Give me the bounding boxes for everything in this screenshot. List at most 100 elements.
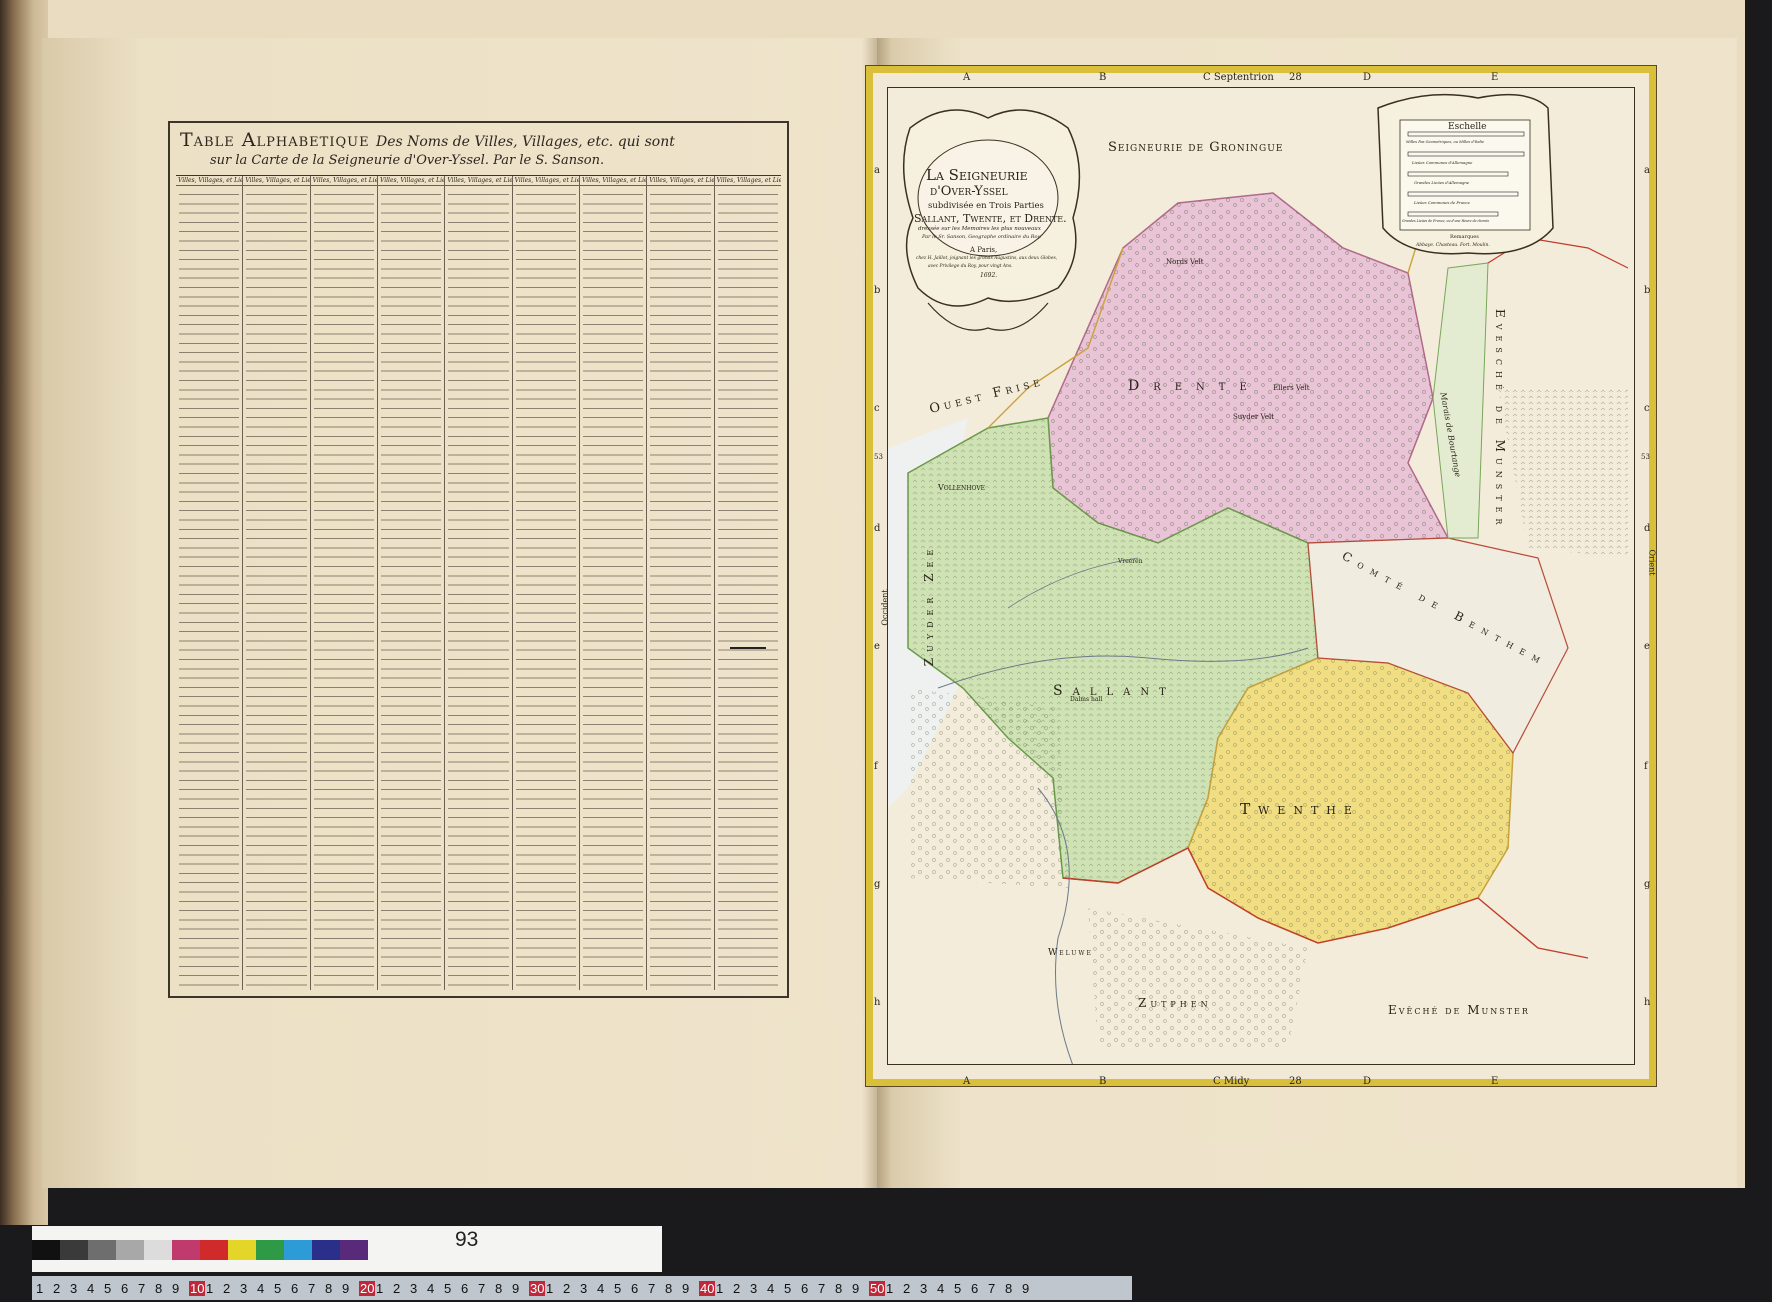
table-entry-lines — [717, 188, 778, 988]
scale-remarks: Abbaye. Chasteau. Fort. Moulin. — [1416, 243, 1490, 248]
edge-top-28: 28 — [1289, 72, 1302, 83]
color-swatch — [172, 1240, 200, 1260]
table-entry-lines — [582, 188, 644, 988]
label-groningue: Seigneurie de Groningue — [1108, 140, 1284, 155]
table-columns: Villes, Villages, et LieuxVilles, Villag… — [176, 175, 781, 990]
color-swatch — [200, 1240, 228, 1260]
color-swatch — [228, 1240, 256, 1260]
table-column-header: Villes, Villages, et Lieux — [512, 176, 579, 186]
edge-right-g: g — [1644, 879, 1651, 890]
cartouche-line3: subdivisée en Trois Parties — [928, 201, 1044, 211]
table-column: Villes, Villages, et Lieux — [243, 176, 311, 990]
ruler-tick-label: 4 — [597, 1281, 605, 1296]
label-weluwe: Weluwe — [1048, 948, 1093, 958]
ruler-tick-label: 1 — [886, 1281, 894, 1296]
ruler-tick-label: 1 — [206, 1281, 214, 1296]
label-munster-south: Evêché de Munster — [1388, 1003, 1530, 1017]
ruler-tick-label: 20 — [359, 1281, 376, 1296]
ruler-tick-label: 6 — [631, 1281, 639, 1296]
edge-right-c: c — [1644, 403, 1650, 414]
table-column: Villes, Villages, et Lieux — [512, 176, 580, 990]
edge-left-e: e — [874, 641, 880, 652]
label-zutphen: Zutphen — [1138, 996, 1212, 1010]
map-area: La Seigneurie d'Over-Yssel subdivisée en… — [887, 87, 1635, 1065]
table-column: Villes, Villages, et Lieux — [714, 176, 781, 990]
ruler-tick-label: 5 — [104, 1281, 112, 1296]
ruler-tick-label: 3 — [750, 1281, 758, 1296]
ruler-tick-label: 7 — [988, 1281, 996, 1296]
scale-line3: Grandes Lieües d'Allemagne — [1414, 180, 1470, 185]
color-calibration-chart: 93 — [32, 1226, 662, 1272]
table-column: Villes, Villages, et Lieux — [176, 176, 244, 990]
color-swatch — [88, 1240, 116, 1260]
color-swatch — [284, 1240, 312, 1260]
ruler-tick-label: 2 — [733, 1281, 741, 1296]
edge-bottom-c: C Midy — [1213, 1076, 1250, 1087]
map-frame: La Seigneurie d'Over-Yssel subdivisée en… — [865, 65, 1657, 1087]
edge-right-b: b — [1644, 285, 1651, 296]
edge-right-a: a — [1644, 165, 1650, 176]
edge-top-e: E — [1491, 72, 1499, 83]
cartouche-line8: chez H. Jaillot, joignant les grands Aug… — [916, 256, 1058, 261]
label-zuyder-zee: Zuyder Zee — [922, 543, 937, 667]
edge-left-f: f — [874, 761, 878, 772]
ruler-tick-label: 3 — [410, 1281, 418, 1296]
ruler-tick-label: 5 — [444, 1281, 452, 1296]
edge-bottom-e: E — [1491, 1076, 1499, 1087]
ruler-tick-label: 6 — [971, 1281, 979, 1296]
table-entry-lines — [515, 188, 576, 988]
table-column-header: Villes, Villages, et Lieux — [243, 176, 310, 186]
ruler-tick-label: 1 — [376, 1281, 384, 1296]
scale-line2: Lieües Communes d'Allemagne — [1412, 160, 1473, 165]
edge-bottom-a: A — [963, 1076, 971, 1087]
color-swatch — [144, 1240, 172, 1260]
table-column-header: Villes, Villages, et Lieux — [579, 176, 647, 186]
ruler-tick-label: 1 — [546, 1281, 554, 1296]
ruler-tick-label: 3 — [920, 1281, 928, 1296]
table-subtitle: sur la Carte de la Seigneurie d'Over-Yss… — [210, 153, 605, 168]
ruler-tick-label: 2 — [53, 1281, 61, 1296]
cartouche-line9: avec Privilege du Roy, pour vingt Ans. — [928, 264, 1013, 269]
ruler-tick-label: 3 — [70, 1281, 78, 1296]
ruler-tick-label: 7 — [308, 1281, 316, 1296]
ruler-tick-label: 4 — [427, 1281, 435, 1296]
table-column-header: Villes, Villages, et Lieux — [714, 176, 781, 186]
scale-line4: Lieües Communes de France — [1414, 200, 1470, 205]
edge-left-b: b — [874, 285, 881, 296]
edge-top-a: A — [963, 72, 971, 83]
ruler-tick-label: 4 — [87, 1281, 95, 1296]
ruler-tick-label: 8 — [835, 1281, 843, 1296]
label-vreeren: Vreeren — [1118, 558, 1143, 565]
ruler-tick-label: 9 — [682, 1281, 690, 1296]
edge-right-d: d — [1644, 523, 1651, 534]
edge-right-e: e — [1644, 641, 1650, 652]
edge-left-g: g — [874, 879, 881, 890]
ruler-tick-label: 2 — [563, 1281, 571, 1296]
ruler-tick-label: 6 — [121, 1281, 129, 1296]
label-munster-east: Evesché de Munster — [1493, 309, 1507, 531]
color-swatch — [340, 1240, 368, 1260]
ruler-tick-label: 9 — [172, 1281, 180, 1296]
cartouche-line7: A Paris, — [970, 246, 998, 254]
ruler-tick-label: 1 — [716, 1281, 724, 1296]
table-entry-lines — [313, 188, 374, 988]
edge-orient: Orient — [1647, 549, 1657, 576]
table-column: Villes, Villages, et Lieux — [579, 176, 648, 990]
table-entry-lines — [448, 188, 509, 988]
edge-lat-right: 53 — [1641, 453, 1650, 461]
ruler-tick-label: 1 — [36, 1281, 44, 1296]
ruler-tick-label: 2 — [903, 1281, 911, 1296]
table-title: Table Alphabetique Des Noms de Villes, V… — [180, 129, 675, 151]
table-entry-lines — [650, 188, 711, 988]
ruler-tick-label: 6 — [801, 1281, 809, 1296]
table-column: Villes, Villages, et Lieux — [647, 176, 715, 990]
edge-left-c: c — [874, 403, 880, 414]
book-spread: Table Alphabetique Des Noms de Villes, V… — [0, 0, 1745, 1225]
ruler-tick-label: 5 — [784, 1281, 792, 1296]
ruler-tick-label: 6 — [461, 1281, 469, 1296]
cartouche-line10: 1692. — [980, 272, 998, 279]
ruler-tick-label: 3 — [240, 1281, 248, 1296]
edge-top-c: C Septentrion — [1203, 72, 1274, 83]
cartouche-line1: La Seigneurie — [926, 166, 1028, 184]
ruler-tick-label: 8 — [665, 1281, 673, 1296]
